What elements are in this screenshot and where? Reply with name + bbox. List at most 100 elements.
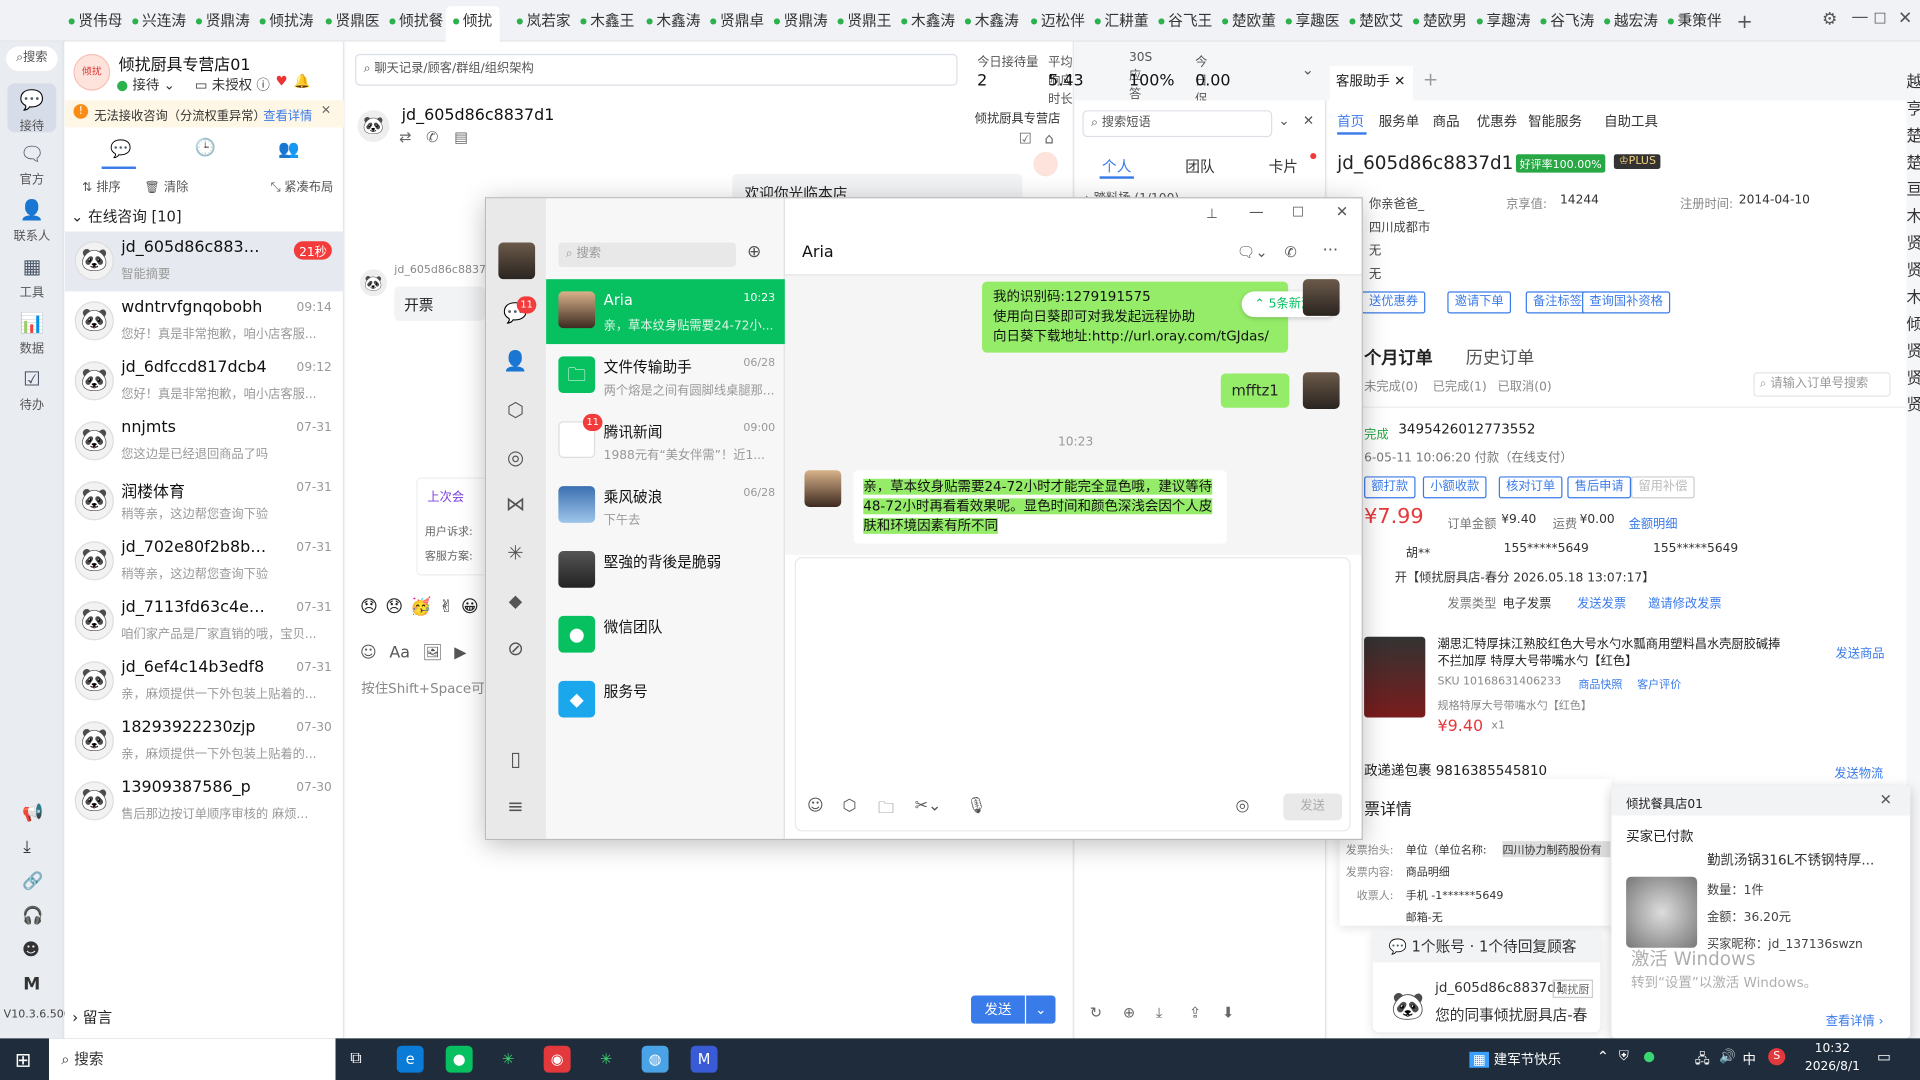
top-tab[interactable]: 秉策伴 xyxy=(1667,10,1722,34)
emoji-icon[interactable]: ☺ xyxy=(360,644,377,662)
top-tab[interactable]: 楚欧艾 xyxy=(1349,10,1403,34)
sort-button[interactable]: ⇅ 排序 xyxy=(82,176,121,194)
weather-badge[interactable]: ▦ 建军节快乐 xyxy=(1469,1049,1561,1069)
wechat-chat-item[interactable]: Aria 10:23 亲，草本纹身贴需要24-72小... xyxy=(546,279,785,345)
conversation-item[interactable]: 🐼 jd_6ef4c14b3edf8 07-31 亲，麻烦提供一下外包装上贴着的... xyxy=(65,651,344,711)
app-green-icon[interactable]: ✳ xyxy=(495,1046,522,1073)
top-tab[interactable]: 贤伟母 xyxy=(68,10,122,34)
top-tab[interactable]: 楚欧董 xyxy=(1222,10,1276,34)
warning-link[interactable]: 查看详情 xyxy=(263,105,312,123)
top-tab[interactable]: 木鑫涛 xyxy=(901,10,955,34)
pin-icon[interactable]: ⊥ xyxy=(1206,206,1218,222)
tab-team[interactable]: 团队 xyxy=(1185,156,1214,177)
auth-status[interactable]: ▭ 未授权 ⓘ xyxy=(195,75,270,95)
top-tab[interactable]: 倾扰餐 xyxy=(389,10,443,34)
rail-item-todo[interactable]: ☑ 待办 xyxy=(7,367,56,412)
notification-close-icon[interactable]: ✕ xyxy=(1880,791,1892,808)
wechat-chat-item[interactable]: ● 微信团队 xyxy=(546,604,785,669)
close-icon[interactable]: ✕ xyxy=(1898,9,1912,29)
windows-start-icon[interactable]: ⊞ xyxy=(15,1048,31,1071)
megaphone-icon[interactable]: 📢 xyxy=(22,803,43,823)
wechat-phone-icon[interactable]: ▯ xyxy=(503,747,527,771)
shortcut-expand-icon[interactable]: ⌄ xyxy=(1278,113,1289,129)
wechat-chat-item[interactable]: 🗀 文件传输助手 06/28 两个熔是之间有圆脚线桌腿那... xyxy=(546,344,785,409)
top-tab[interactable]: 汇耕董 xyxy=(1094,10,1149,34)
wechat-moments-icon[interactable]: ◎ xyxy=(503,446,527,470)
maximize-icon[interactable]: ☐ xyxy=(1873,10,1886,27)
tab-orders-recent[interactable]: 个月订单 xyxy=(1364,345,1433,369)
wx-scissors-icon[interactable]: ✂⌄ xyxy=(915,797,942,815)
send-invoice-link[interactable]: 发送发票 xyxy=(1577,593,1626,611)
order-action-button[interactable]: 额打款 xyxy=(1364,476,1416,499)
wx-mic-icon[interactable]: 🎙 xyxy=(966,797,986,815)
add-tab-icon[interactable]: + xyxy=(1736,10,1752,33)
clear-button[interactable]: 🗑 清除 xyxy=(144,176,188,194)
wx-more-icon[interactable]: ⋯ xyxy=(1322,241,1338,259)
filter-cancelled[interactable]: 已取消(0) xyxy=(1498,376,1552,394)
wx-maximize-icon[interactable]: ☐ xyxy=(1292,204,1304,220)
rail-search[interactable]: ⌕搜索 xyxy=(6,46,58,72)
wx-voice-icon[interactable]: ◎ xyxy=(1236,797,1250,815)
customer-action-button[interactable]: 送优惠券 xyxy=(1361,291,1426,314)
font-icon[interactable]: Aa xyxy=(389,644,410,662)
minimize-icon[interactable]: — xyxy=(1851,7,1868,27)
wechat-chat-item[interactable]: 乘风破浪 06/28 下午去 xyxy=(546,474,785,539)
wechat-search[interactable]: ⌕ 搜索 xyxy=(558,242,736,267)
edge-icon[interactable]: e xyxy=(396,1045,424,1073)
product-title[interactable]: 潮思汇特厚抹江熟胶红色大号水勺水瓢商用塑料昌水壳厨胶碱捧不拦加厚 特厚大号带嘴水… xyxy=(1438,637,1781,671)
conversation-item[interactable]: 🐼 wdntrvfgnqobobh 09:14 您好！真是非常抱歉，咱小店客服... xyxy=(65,291,344,351)
top-tab[interactable]: 倾扰涛 xyxy=(259,10,313,34)
tray-wechat-icon[interactable]: ● xyxy=(1643,1048,1655,1064)
wechat-program-icon[interactable]: ⊘ xyxy=(503,637,527,661)
snapshot-link[interactable]: 商品快照 xyxy=(1578,676,1622,692)
send-product-link[interactable]: 发送商品 xyxy=(1836,643,1885,661)
clock-time[interactable]: 10:32 xyxy=(1815,1042,1850,1055)
top-tab[interactable]: 岚若家 xyxy=(516,10,571,34)
assistant-nav-item[interactable]: 首页 xyxy=(1337,111,1364,131)
refresh-icon[interactable]: ↻ xyxy=(1090,1004,1102,1021)
share-icon[interactable]: ⇪ xyxy=(1189,1004,1201,1021)
order-action-button[interactable]: 核对订单 xyxy=(1498,476,1563,499)
review-link[interactable]: 客户评价 xyxy=(1637,676,1681,692)
conversation-item[interactable]: 🐼 13909387586_p 07-30 售后那边按订单顺序审核的 麻烦... xyxy=(65,771,344,831)
m-logo-icon[interactable]: M xyxy=(23,975,40,995)
add-tab-icon[interactable]: + xyxy=(1423,69,1438,91)
rail-item-official[interactable]: 🗨 官方 xyxy=(7,142,56,187)
conversation-item[interactable]: 🐼 nnjmts 07-31 您这边是已经退回商品了吗 xyxy=(65,411,344,471)
wechat-channels-icon[interactable]: ⋈ xyxy=(503,492,527,516)
robot-icon[interactable]: ☻ xyxy=(22,940,40,960)
image-icon[interactable]: 🖼 xyxy=(422,644,442,662)
tab-group-icon[interactable]: 👥 xyxy=(278,140,299,160)
rail-item-tools[interactable]: ▦ 工具 xyxy=(7,255,56,300)
notification-detail-link[interactable]: 查看详情 › xyxy=(1826,1010,1884,1028)
conversation-item[interactable]: 🐼 润楼体育 07-31 稍等亲，这边帮您查询下验 xyxy=(65,471,344,531)
wx-chat-icon[interactable]: 🗨⌄ xyxy=(1237,244,1268,261)
emoji-row[interactable]: 😞😞🥳✌😀 xyxy=(360,598,486,618)
order-search[interactable]: ⌕ 请输入订单号搜索 xyxy=(1753,372,1891,397)
app-red-icon[interactable]: ◉ xyxy=(543,1045,571,1073)
customer-action-button[interactable]: 查询国补资格 xyxy=(1582,291,1671,314)
tray-shield-icon[interactable]: ⛨ xyxy=(1619,1048,1629,1065)
leave-msg[interactable]: › 留言 xyxy=(72,1007,112,1028)
ime-indicator[interactable]: 中 xyxy=(1742,1049,1755,1069)
wx-minimize-icon[interactable]: — xyxy=(1249,203,1264,220)
wechat-contacts-icon[interactable]: 👤 xyxy=(503,349,527,373)
conversation-item[interactable]: 🐼 jd_7113fd63c4e85 07-31 咱们家产品是厂家直销的哦，宝贝... xyxy=(65,591,344,651)
wechat-search-icon[interactable]: ✳ xyxy=(503,541,527,565)
wechat-box-icon[interactable]: ⬡ xyxy=(503,398,527,422)
send-button[interactable]: 发送 xyxy=(971,995,1025,1024)
top-tab[interactable]: 倾扰 xyxy=(445,6,500,42)
notification-center-icon[interactable]: ▭ xyxy=(1877,1048,1891,1065)
send-dropdown-icon[interactable]: ⌄ xyxy=(1026,995,1056,1024)
phone-icon[interactable]: ✆ xyxy=(426,129,438,146)
wechat-chat-item[interactable]: 腾讯新闻 09:00 1988元有“美女伴需”！近1... 11 xyxy=(546,409,785,474)
conversation-item[interactable]: 🐼 jd_702e80f2b8b19 07-31 稍等亲，这边帮您查询下验 xyxy=(65,531,344,591)
add-icon[interactable]: ⊕ xyxy=(1123,1004,1135,1021)
link-icon[interactable]: 🔗 xyxy=(22,872,43,892)
wechat-chat-item[interactable]: 堅強的背後是脆弱 xyxy=(546,539,785,604)
customer-action-button[interactable]: 备注标签 xyxy=(1525,291,1590,314)
download-icon[interactable]: ⤓ xyxy=(23,838,31,858)
assistant-tab[interactable]: 客服助手 ✕ xyxy=(1329,66,1414,101)
customer-action-button[interactable]: 邀请下单 xyxy=(1447,291,1512,314)
tab-history-icon[interactable]: 🕒 xyxy=(195,138,216,158)
